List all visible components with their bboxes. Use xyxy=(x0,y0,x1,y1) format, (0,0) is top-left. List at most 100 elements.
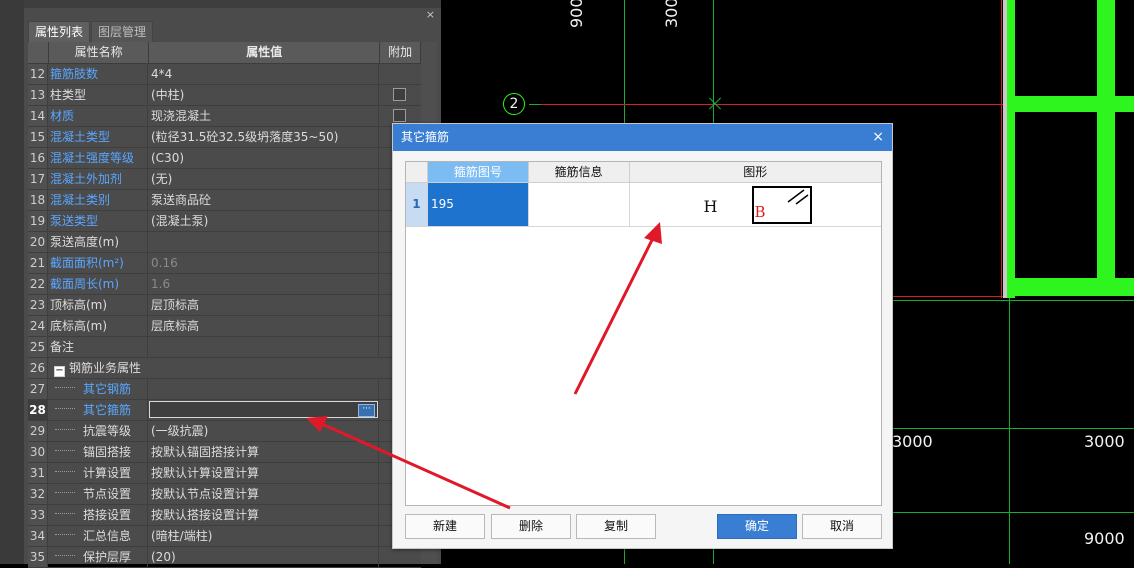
property-value[interactable]: 4*4 xyxy=(148,64,379,84)
property-row-22[interactable]: 22 截面周长(m) 1.6 xyxy=(28,274,421,295)
other-stirrup-edit-box[interactable]: ··· xyxy=(149,401,378,418)
ellipsis-icon[interactable]: ··· xyxy=(358,404,375,417)
property-value[interactable]: (无) xyxy=(148,169,379,189)
property-value[interactable]: (粒径31.5砼32.5级坍落度35~50) xyxy=(148,127,379,147)
stirrup-row[interactable]: 1 195 H B xyxy=(406,183,881,227)
property-row-18[interactable]: 18 混凝土类别 泵送商品砼 xyxy=(28,190,421,211)
tab-property-list[interactable]: 属性列表 xyxy=(28,21,91,43)
figure-no-cell[interactable]: 195 xyxy=(427,183,529,226)
property-value[interactable]: (C30) xyxy=(148,148,379,168)
property-value[interactable] xyxy=(148,379,379,399)
property-row-24[interactable]: 24 底标高(m) 层底标高 xyxy=(28,316,421,337)
property-grid: 属性名称 属性值 附加 12 箍筋肢数 4*4 13 柱类型 (中柱) 14 材… xyxy=(28,42,421,568)
copy-button[interactable]: 复制 xyxy=(576,514,656,539)
property-grid-header: 属性名称 属性值 附加 xyxy=(28,42,421,64)
property-value[interactable] xyxy=(148,232,379,252)
property-value[interactable]: 层顶标高 xyxy=(148,295,379,315)
dialog-close-icon[interactable]: × xyxy=(872,124,884,151)
grid-line xyxy=(893,300,1134,301)
row-number: 22 xyxy=(28,274,48,294)
header-shape[interactable]: 图形 xyxy=(630,162,881,182)
property-row-19[interactable]: 19 泵送类型 (混凝土泵) xyxy=(28,211,421,232)
row-number: 29 xyxy=(28,421,48,441)
property-name-text: 抗震等级 xyxy=(83,424,132,438)
stirrup-table: 箍筋图号 箍筋信息 图形 1 195 H B xyxy=(405,161,882,506)
dimension-bottom-right: 9000 xyxy=(1084,529,1125,548)
property-row-12[interactable]: 12 箍筋肢数 4*4 xyxy=(28,64,421,85)
extra-checkbox[interactable] xyxy=(393,109,406,122)
property-name: 底标高(m) xyxy=(48,316,148,336)
property-value[interactable]: 现浇混凝土 xyxy=(148,106,379,126)
property-value[interactable]: 按默认搭接设置计算 xyxy=(148,505,379,525)
property-row-34[interactable]: 34 汇总信息 (暗柱/端柱) xyxy=(28,526,421,547)
row-number: 30 xyxy=(28,442,48,462)
property-name: 柱类型 xyxy=(48,85,148,105)
collapse-toggle-icon[interactable]: − xyxy=(54,366,65,377)
cancel-button[interactable]: 取消 xyxy=(802,514,882,539)
group-steel-business-properties[interactable]: − 钢筋业务属性 xyxy=(48,358,379,378)
header-figure-no[interactable]: 箍筋图号 xyxy=(427,162,529,182)
property-row-29[interactable]: 29 抗震等级 (一级抗震) xyxy=(28,421,421,442)
tree-line xyxy=(55,471,75,473)
panel-close-icon[interactable]: × xyxy=(426,9,435,21)
property-value[interactable] xyxy=(148,337,379,357)
grid-line xyxy=(893,428,1134,429)
property-row-13[interactable]: 13 柱类型 (中柱) xyxy=(28,85,421,106)
property-value[interactable]: (中柱) xyxy=(148,85,379,105)
property-value[interactable]: 层底标高 xyxy=(148,316,379,336)
property-row-32[interactable]: 32 节点设置 按默认节点设置计算 xyxy=(28,484,421,505)
property-name: 搭接设置 xyxy=(48,505,148,525)
property-row-26[interactable]: 26 − 钢筋业务属性 xyxy=(28,358,421,379)
header-extra: 附加 xyxy=(380,42,421,63)
property-row-17[interactable]: 17 混凝土外加剂 (无) xyxy=(28,169,421,190)
property-value[interactable]: (20) xyxy=(148,547,379,567)
property-name-text: 汇总信息 xyxy=(83,529,132,543)
property-row-16[interactable]: 16 混凝土强度等级 (C30) xyxy=(28,148,421,169)
row-number: 13 xyxy=(28,85,48,105)
property-name: 汇总信息 xyxy=(48,526,148,546)
property-row-35[interactable]: 35 保护层厚 (20) xyxy=(28,547,421,568)
ok-button[interactable]: 确定 xyxy=(717,514,797,539)
shape-cell[interactable]: H B xyxy=(630,183,881,226)
property-row-23[interactable]: 23 顶标高(m) 层顶标高 xyxy=(28,295,421,316)
row-number: 23 xyxy=(28,295,48,315)
property-row-31[interactable]: 31 计算设置 按默认计算设置计算 xyxy=(28,463,421,484)
property-row-21[interactable]: 21 截面面积(m²) 0.16 xyxy=(28,253,421,274)
panel-top-bar xyxy=(24,0,441,8)
stirrup-info-cell[interactable] xyxy=(529,183,630,226)
property-name: 锚固搭接 xyxy=(48,442,148,462)
stirrup-table-header: 箍筋图号 箍筋信息 图形 xyxy=(406,162,881,183)
property-row-33[interactable]: 33 搭接设置 按默认搭接设置计算 xyxy=(28,505,421,526)
property-name-text: 锚固搭接 xyxy=(83,445,132,459)
property-row-28[interactable]: 28 其它箍筋 ··· xyxy=(28,400,421,421)
dimension-top-left: 9000 xyxy=(567,0,586,28)
property-value[interactable]: 泵送商品砼 xyxy=(148,190,379,210)
extra-checkbox[interactable] xyxy=(393,88,406,101)
dimension-mid-right: 3000 xyxy=(1084,432,1125,451)
property-row-25[interactable]: 25 备注 xyxy=(28,337,421,358)
property-value[interactable]: 按默认计算设置计算 xyxy=(148,463,379,483)
header-stirrup-info[interactable]: 箍筋信息 xyxy=(529,162,630,182)
property-row-27[interactable]: 27 其它钢筋 xyxy=(28,379,421,400)
property-value[interactable]: (混凝土泵) xyxy=(148,211,379,231)
property-value[interactable]: 按默认节点设置计算 xyxy=(148,484,379,504)
delete-button[interactable]: 删除 xyxy=(491,514,571,539)
tab-layer-management[interactable]: 图层管理 xyxy=(91,21,154,43)
property-value[interactable]: 按默认锚固搭接计算 xyxy=(148,442,379,462)
property-row-20[interactable]: 20 泵送高度(m) xyxy=(28,232,421,253)
row-number: 27 xyxy=(28,379,48,399)
property-row-30[interactable]: 30 锚固搭接 按默认锚固搭接计算 xyxy=(28,442,421,463)
property-value[interactable]: (一级抗震) xyxy=(148,421,379,441)
extra-cell xyxy=(379,85,419,105)
property-value[interactable]: (暗柱/端柱) xyxy=(148,526,379,546)
row-number: 12 xyxy=(28,64,48,84)
property-name: 其它钢筋 xyxy=(48,379,148,399)
property-name: 节点设置 xyxy=(48,484,148,504)
dimension-top-mid: 3000 xyxy=(662,0,681,28)
dialog-title-bar[interactable]: 其它箍筋 × xyxy=(393,124,892,151)
new-button[interactable]: 新建 xyxy=(405,514,485,539)
row-number: 34 xyxy=(28,526,48,546)
property-row-15[interactable]: 15 混凝土类型 (粒径31.5砼32.5级坍落度35~50) xyxy=(28,127,421,148)
property-panel: × 属性列表 图层管理 属性名称 属性值 附加 12 箍筋肢数 4*4 13 柱… xyxy=(24,0,441,568)
property-row-14[interactable]: 14 材质 现浇混凝土 xyxy=(28,106,421,127)
